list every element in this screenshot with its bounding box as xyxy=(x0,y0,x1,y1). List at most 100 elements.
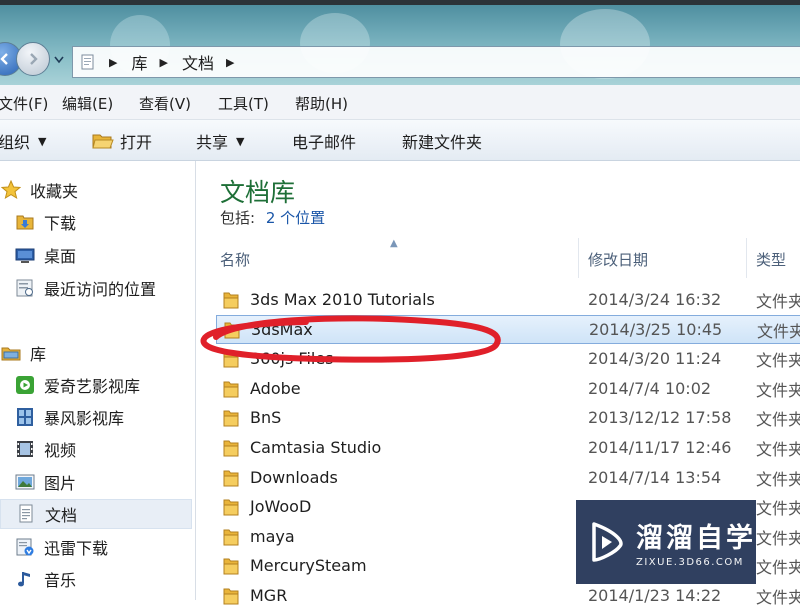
column-header-name[interactable]: 名称 xyxy=(220,249,250,270)
address-bar-area: ▶ 库 ▶ 文档 ▶ xyxy=(0,5,800,85)
new-folder-label: 新建文件夹 xyxy=(402,133,483,152)
nav-item-baofeng-library[interactable]: 暴风影视库 xyxy=(0,402,192,432)
nav-item-documents[interactable]: 文档 xyxy=(0,499,192,529)
new-folder-button[interactable]: 新建文件夹 xyxy=(402,129,482,153)
breadcrumb-item-label: 文档 xyxy=(181,54,214,73)
forward-button[interactable] xyxy=(16,42,50,76)
folder-icon xyxy=(220,496,242,518)
breadcrumb-item-documents[interactable]: 文档 ▶ xyxy=(182,50,248,74)
menu-edit[interactable]: 编辑(E) xyxy=(62,93,113,114)
nav-item-desktop[interactable]: 桌面 xyxy=(0,240,192,270)
nav-item-videos[interactable]: 视频 xyxy=(0,434,192,464)
column-divider[interactable] xyxy=(578,238,579,278)
nav-item-label: 暴风影视库 xyxy=(44,409,125,428)
menu-view[interactable]: 查看(V) xyxy=(139,93,191,114)
file-row[interactable]: 3ds Max 2010 Tutorials 2014/3/24 16:32 文件夹 xyxy=(216,285,800,314)
nav-item-label: 最近访问的位置 xyxy=(44,280,157,299)
nav-item-recent-places[interactable]: 最近访问的位置 xyxy=(0,273,192,303)
email-label: 电子邮件 xyxy=(292,133,357,152)
star-icon xyxy=(0,179,22,201)
file-name: BnS xyxy=(250,408,282,427)
nav-favorites-label: 收藏夹 xyxy=(30,182,79,201)
file-name: Downloads xyxy=(250,468,338,487)
file-modified: 2014/3/25 10:45 xyxy=(589,320,723,339)
nav-favorites[interactable]: 收藏夹 xyxy=(0,175,192,205)
file-name: 3ds Max 2010 Tutorials xyxy=(250,290,435,309)
column-header-type[interactable]: 类型 xyxy=(756,249,786,270)
column-header-modified[interactable]: 修改日期 xyxy=(588,249,648,270)
file-row[interactable]: Downloads 2014/7/14 13:54 文件夹 xyxy=(216,463,800,492)
downloads-folder-icon xyxy=(14,211,36,233)
file-type: 文件夹 xyxy=(757,321,800,341)
thunder-downloads-icon xyxy=(14,536,36,558)
file-type: 文件夹 xyxy=(756,350,800,370)
open-button[interactable]: 打开 xyxy=(92,129,152,153)
documents-library-icon xyxy=(15,503,37,525)
library-icon xyxy=(0,342,22,364)
nav-item-label: 桌面 xyxy=(44,247,77,266)
file-row[interactable]: BnS 2013/12/12 17:58 文件夹 xyxy=(216,403,800,432)
nav-item-label: 视频 xyxy=(44,441,77,460)
watermark-text: 溜溜自学 ZIXUE.3D66.COM xyxy=(636,516,756,568)
breadcrumb-separator[interactable]: ▶ xyxy=(226,56,234,69)
open-label: 打开 xyxy=(120,133,153,152)
file-row[interactable]: 360js Files 2014/3/20 11:24 文件夹 xyxy=(216,344,800,373)
nav-item-label: 爱奇艺影视库 xyxy=(44,377,141,396)
nav-item-iqiyi-library[interactable]: 爱奇艺影视库 xyxy=(0,370,192,400)
nav-item-label: 图片 xyxy=(44,474,77,493)
file-type: 文件夹 xyxy=(756,587,800,607)
desktop-icon xyxy=(14,244,36,266)
file-name: maya xyxy=(250,527,295,546)
organize-button[interactable]: 组织 ▼ xyxy=(0,129,46,153)
nav-libraries[interactable]: 库 xyxy=(0,338,192,368)
open-folder-icon xyxy=(92,134,114,149)
nav-item-pictures[interactable]: 图片 xyxy=(0,467,192,497)
breadcrumb-item-library[interactable]: 库 ▶ xyxy=(131,50,181,74)
folder-icon xyxy=(220,585,242,607)
file-name: 360js Files xyxy=(250,349,334,368)
organize-label: 组织 xyxy=(0,133,31,152)
breadcrumb-separator[interactable]: ▶ xyxy=(109,56,117,69)
nav-item-label: 音乐 xyxy=(44,571,77,590)
menu-file[interactable]: 文件(F) xyxy=(0,93,48,114)
file-modified: 2014/7/14 13:54 xyxy=(588,468,722,487)
email-button[interactable]: 电子邮件 xyxy=(292,129,356,153)
arrow-left-icon xyxy=(0,53,8,65)
file-name: Camtasia Studio xyxy=(250,438,382,457)
nav-item-music[interactable]: 音乐 xyxy=(0,564,192,594)
share-button[interactable]: 共享 ▼ xyxy=(196,129,244,153)
file-modified: 2014/1/23 14:22 xyxy=(588,586,722,605)
navigation-pane: 收藏夹 下载 桌面 最近访问的位置 库 爱奇艺影视库 暴风影视库 视频 图片 文… xyxy=(0,161,196,600)
menu-help[interactable]: 帮助(H) xyxy=(295,93,348,114)
folder-icon xyxy=(221,319,243,341)
file-row[interactable]: Camtasia Studio 2014/11/17 12:46 文件夹 xyxy=(216,433,800,462)
breadcrumb[interactable]: ▶ 库 ▶ 文档 ▶ xyxy=(72,46,800,78)
nav-item-label: 迅雷下载 xyxy=(44,539,109,558)
file-modified: 2014/3/24 16:32 xyxy=(588,290,722,309)
column-divider[interactable] xyxy=(746,238,747,278)
breadcrumb-item-label: 库 xyxy=(131,54,148,73)
nav-libraries-label: 库 xyxy=(30,345,47,364)
file-modified: 2013/12/12 17:58 xyxy=(588,408,732,427)
file-type: 文件夹 xyxy=(756,557,800,577)
nav-item-label: 文档 xyxy=(45,506,78,525)
file-type: 文件夹 xyxy=(756,291,800,311)
folder-icon xyxy=(220,289,242,311)
file-row[interactable]: 3dsMax 2014/3/25 10:45 文件夹 xyxy=(216,315,800,344)
menu-tools[interactable]: 工具(T) xyxy=(218,93,269,114)
watermark-title: 溜溜自学 xyxy=(636,523,756,554)
file-modified: 2014/7/4 10:02 xyxy=(588,379,712,398)
file-row[interactable]: Adobe 2014/7/4 10:02 文件夹 xyxy=(216,374,800,403)
folder-icon xyxy=(220,467,242,489)
includes-locations-link[interactable]: 2 个位置 xyxy=(266,209,325,227)
location-icon xyxy=(81,54,94,70)
column-headers: ▲ 名称 修改日期 类型 xyxy=(196,238,800,278)
breadcrumb-separator[interactable]: ▶ xyxy=(159,56,167,69)
recent-pages-dropdown-icon[interactable] xyxy=(54,56,64,64)
file-row[interactable]: MGR 2014/1/23 14:22 文件夹 xyxy=(216,581,800,610)
nav-item-thunder-downloads[interactable]: 迅雷下载 xyxy=(0,532,192,562)
nav-item-downloads[interactable]: 下载 xyxy=(0,207,192,237)
watermark-url: ZIXUE.3D66.COM xyxy=(636,557,744,568)
folder-icon xyxy=(220,407,242,429)
command-bar: 组织 ▼ 打开 共享 ▼ 电子邮件 新建文件夹 xyxy=(0,120,800,161)
